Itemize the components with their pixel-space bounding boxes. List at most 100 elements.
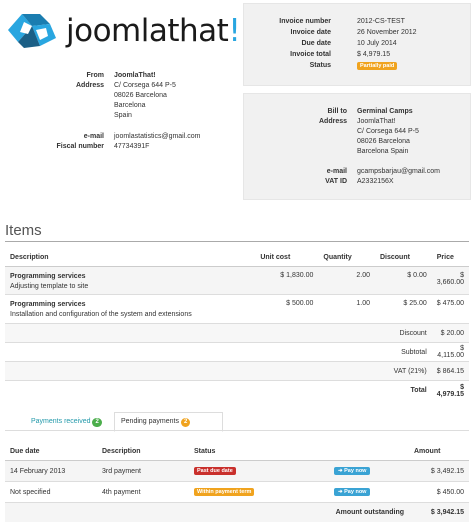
payment-amount: $ 3,492.15 bbox=[409, 460, 469, 482]
payment-due-date: 14 February 2013 bbox=[5, 460, 97, 482]
from-email: joomlastatistics@gmail.com bbox=[114, 133, 201, 140]
from-address-line: Spain bbox=[114, 112, 132, 119]
pay-now-button[interactable]: ➜ Pay now bbox=[334, 488, 371, 496]
payments-received-count: 2 bbox=[92, 418, 102, 427]
bill-to-panel: Bill to Germinal Camps Address JoomlaTha… bbox=[243, 93, 471, 200]
bill-address-line: Barcelona Spain bbox=[357, 148, 409, 155]
fiscal-number: 47734391F bbox=[114, 143, 150, 150]
tab-pending-payments[interactable]: Pending payments 2 bbox=[114, 412, 223, 432]
summary-value: $ 4,115.00 bbox=[431, 342, 469, 362]
invoice-total: $ 4,979.15 bbox=[357, 51, 391, 58]
amount-outstanding-label: Amount outstanding bbox=[5, 502, 409, 522]
col-discount: Discount bbox=[375, 248, 432, 267]
total-label: Total bbox=[5, 380, 432, 401]
outstanding-row: Amount outstanding $ 3,942.15 bbox=[5, 502, 469, 522]
pay-now-button[interactable]: ➜ Pay now bbox=[334, 467, 371, 475]
col-pay-description: Description bbox=[97, 442, 189, 461]
due-date: 10 July 2014 bbox=[357, 40, 397, 47]
tab-payments-received-label: Payments received bbox=[31, 418, 91, 425]
pay-now-label: Pay now bbox=[344, 468, 367, 474]
table-row: Programming services Adjusting template t… bbox=[5, 266, 469, 295]
items-header-row: Description Unit cost Quantity Discount … bbox=[5, 248, 469, 267]
item-quantity: 1.00 bbox=[318, 294, 375, 324]
from-label: From bbox=[86, 72, 105, 79]
summary-label: Discount bbox=[5, 323, 432, 343]
from-address-line: Barcelona bbox=[114, 102, 146, 109]
invoice-total-label: Invoice total bbox=[290, 51, 331, 58]
summary-value: $ 864.15 bbox=[431, 361, 469, 381]
bill-address-label: Address bbox=[318, 118, 347, 125]
pay-now-label: Pay now bbox=[344, 489, 367, 495]
item-price: $ 3,660.00 bbox=[431, 266, 469, 295]
bill-to-label: Bill to bbox=[327, 108, 347, 115]
tab-pending-payments-label: Pending payments bbox=[121, 418, 179, 425]
pending-payments-table: Due date Description Status Amount 14 Fe… bbox=[5, 442, 469, 522]
items-heading: Items bbox=[5, 222, 42, 239]
summary-value: $ 20.00 bbox=[431, 323, 469, 343]
bill-address-line: JoomlaThat! bbox=[357, 118, 396, 125]
summary-row-total: Total $ 4,979.15 bbox=[5, 380, 469, 401]
col-action bbox=[329, 442, 409, 461]
item-unit-cost: $ 1,830.00 bbox=[255, 266, 319, 295]
fiscal-number-label: Fiscal number bbox=[56, 143, 104, 150]
col-price: Price bbox=[431, 248, 469, 267]
status-badge: Partially paid bbox=[357, 62, 398, 70]
invoice-date: 26 November 2012 bbox=[357, 29, 417, 36]
table-row: Not specified 4th payment Within payment… bbox=[5, 481, 469, 503]
item-name: Programming services bbox=[10, 273, 86, 280]
logo-wordmark: joomlathat! bbox=[66, 13, 241, 49]
bill-email-label: e-mail bbox=[326, 168, 347, 175]
payment-description: 3rd payment bbox=[97, 460, 189, 482]
logo: joomlathat! bbox=[6, 10, 241, 50]
summary-row: Subtotal $ 4,115.00 bbox=[5, 342, 469, 362]
item-detail: Installation and configuration of the sy… bbox=[10, 311, 192, 318]
vat-id: A2332156X bbox=[357, 178, 394, 185]
invoice-number: 2012-CS-TEST bbox=[357, 18, 405, 25]
payment-status-badge: Past due date bbox=[194, 467, 236, 475]
payment-status-badge: Within payment term bbox=[194, 488, 255, 496]
summary-row: VAT (21%) $ 864.15 bbox=[5, 361, 469, 381]
logo-exclamation: ! bbox=[228, 13, 241, 49]
table-row: 14 February 2013 3rd payment Past due da… bbox=[5, 460, 469, 482]
table-row: Programming services Installation and con… bbox=[5, 294, 469, 324]
item-price: $ 475.00 bbox=[431, 294, 469, 324]
payment-due-date: Not specified bbox=[5, 481, 97, 503]
summary-row: Discount $ 20.00 bbox=[5, 323, 469, 343]
col-unit-cost: Unit cost bbox=[255, 248, 319, 267]
item-detail: Adjusting template to site bbox=[10, 283, 89, 290]
joomlathat-logo-icon bbox=[8, 14, 56, 48]
col-status: Status bbox=[189, 442, 329, 461]
invoice-date-label: Invoice date bbox=[290, 29, 331, 36]
from-address-line: 08026 Barcelona bbox=[114, 92, 167, 99]
from-address-line: C/ Corsega 644 P-5 bbox=[114, 82, 176, 89]
bill-email: gcampsbarjau@gmail.com bbox=[357, 168, 440, 175]
amount-outstanding: $ 3,942.15 bbox=[409, 502, 469, 522]
item-unit-cost: $ 500.00 bbox=[255, 294, 319, 324]
due-date-label: Due date bbox=[301, 40, 331, 47]
invoice-number-label: Invoice number bbox=[279, 18, 331, 25]
item-quantity: 2.00 bbox=[318, 266, 375, 295]
invoice-meta-panel: Invoice number 2012-CS-TEST Invoice date… bbox=[243, 3, 471, 86]
items-divider bbox=[5, 241, 469, 242]
from-name: JoomlaThat! bbox=[114, 72, 156, 79]
payment-description: 4th payment bbox=[97, 481, 189, 503]
from-email-label: e-mail bbox=[83, 133, 104, 140]
tabs-divider bbox=[5, 430, 469, 431]
col-quantity: Quantity bbox=[318, 248, 375, 267]
bill-address-line: C/ Corsega 644 P-5 bbox=[357, 128, 419, 135]
logo-word: joomlathat bbox=[66, 13, 229, 49]
payments-header-row: Due date Description Status Amount bbox=[5, 442, 469, 461]
tab-payments-received[interactable]: Payments received 2 bbox=[24, 412, 126, 432]
pending-payments-count: 2 bbox=[180, 418, 191, 427]
summary-label: VAT (21%) bbox=[5, 361, 432, 381]
summary-label: Subtotal bbox=[5, 342, 432, 362]
item-discount: $ 0.00 bbox=[375, 266, 432, 295]
from-address-label: Address bbox=[75, 82, 104, 89]
items-table: Description Unit cost Quantity Discount … bbox=[5, 248, 469, 401]
bill-to-name: Germinal Camps bbox=[357, 108, 413, 115]
bill-address-line: 08026 Barcelona bbox=[357, 138, 410, 145]
status-label: Status bbox=[309, 62, 331, 69]
col-due-date: Due date bbox=[5, 442, 97, 461]
total-value: $ 4,979.15 bbox=[431, 380, 469, 401]
col-amount: Amount bbox=[409, 442, 469, 461]
